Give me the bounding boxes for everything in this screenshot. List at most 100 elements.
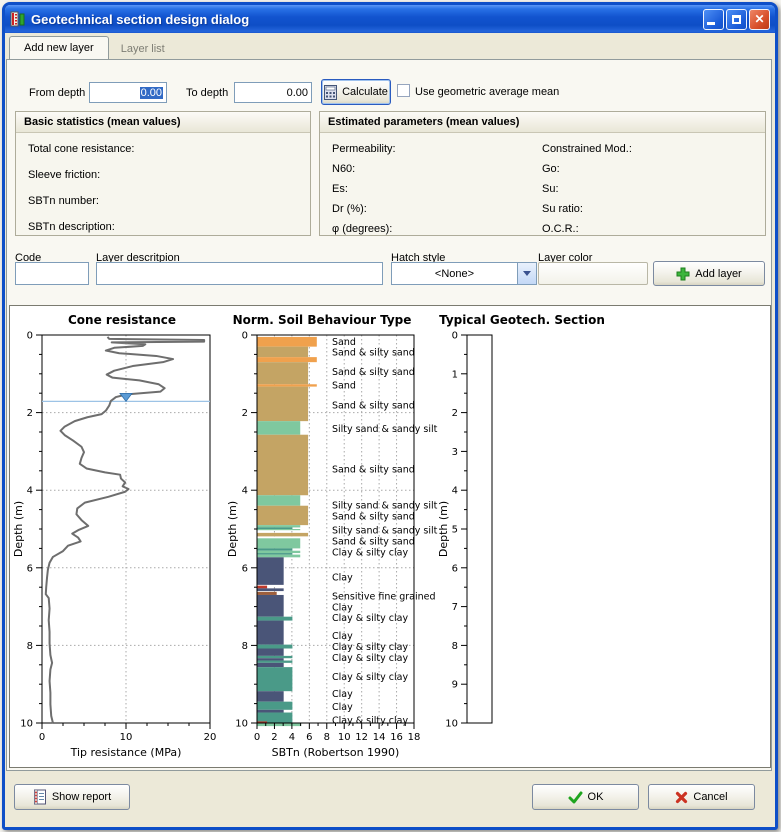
svg-text:Sand & silty sand: Sand & silty sand [332,401,415,412]
minimize-button[interactable] [703,8,724,30]
svg-text:0: 0 [254,732,260,743]
dialog-body: Add new layer Layer list From depth 0.00… [5,33,775,825]
dialog-window: Geotechnical section design dialog ✕ Add… [2,2,778,830]
svg-text:Clay & silty clay: Clay & silty clay [332,642,408,653]
svg-text:Norm. Soil Behaviour Type: Norm. Soil Behaviour Type [233,313,412,327]
hatch-style-value: <None> [434,267,475,280]
svg-text:0: 0 [27,331,33,342]
svg-text:18: 18 [408,732,421,743]
svg-text:Clay: Clay [332,631,353,642]
svg-text:14: 14 [373,732,386,743]
svg-text:Sand & silty sand: Sand & silty sand [332,347,415,358]
tab-bar: Add new layer Layer list [9,36,177,59]
ocr-label: O.C.R.: [542,223,579,235]
n60-label: N60: [332,163,356,175]
svg-text:4: 4 [452,486,458,497]
charts-panel: 0 2 4 6 8 10 0 10 20 Tip resistance (MPa) Depth (m… [9,305,771,768]
code-input[interactable] [15,262,89,285]
tab-sheet: From depth 0.00 To depth 0.00 Calculate [6,59,772,771]
svg-text:2: 2 [452,408,458,419]
svg-text:Sand: Sand [332,337,356,348]
app-icon [10,11,26,27]
svg-text:10: 10 [20,719,33,730]
to-depth-value: 0.00 [286,86,308,99]
svg-text:Sand: Sand [332,380,356,391]
svg-text:Depth (m): Depth (m) [12,501,25,557]
svg-text:4: 4 [242,486,248,497]
add-layer-button[interactable]: Add layer [653,261,765,286]
tab-layer-list[interactable]: Layer list [109,39,177,59]
layer-color-swatch[interactable] [538,262,648,285]
svg-text:Clay & silty clay: Clay & silty clay [332,653,408,664]
go-label: Go: [542,163,560,175]
calculate-label: Calculate [342,86,388,98]
plus-icon [676,267,690,280]
svg-text:7: 7 [452,602,458,613]
svg-text:10: 10 [445,719,458,730]
phi-label: φ (degrees): [332,223,393,235]
svg-text:6: 6 [27,563,33,574]
to-depth-label: To depth [186,87,229,99]
svg-text:8: 8 [324,732,330,743]
svg-text:Sand & silty sand: Sand & silty sand [332,367,415,378]
svg-text:2: 2 [242,408,248,419]
to-depth-input[interactable]: 0.00 [234,82,312,103]
titlebar[interactable]: Geotechnical section design dialog ✕ [5,5,775,33]
tab-add-new-layer[interactable]: Add new layer [9,36,109,59]
su-label: Su: [542,183,559,195]
svg-text:SBTn (Robertson 1990): SBTn (Robertson 1990) [272,746,400,759]
geometric-mean-label: Use geometric average mean [415,86,560,98]
geometric-mean-checkbox[interactable] [397,84,410,97]
hatch-style-select[interactable]: <None> [391,262,537,285]
su-ratio-label: Su ratio: [542,203,583,215]
svg-text:10: 10 [235,719,248,730]
svg-text:Sensitive fine grained: Sensitive fine grained [332,592,436,603]
window-title: Geotechnical section design dialog [31,11,250,27]
basic-statistics-title: Basic statistics (mean values) [16,112,310,133]
svg-text:1: 1 [452,369,458,380]
basic-statistics-group: Basic statistics (mean values) Total con… [15,111,311,236]
calculate-button[interactable]: Calculate [321,79,391,105]
svg-text:4: 4 [27,486,33,497]
desktop: Geotechnical section design dialog ✕ Add… [0,0,781,832]
svg-text:Clay: Clay [332,573,353,584]
layer-description-input[interactable] [96,262,383,285]
svg-text:Tip resistance (MPa): Tip resistance (MPa) [70,746,182,759]
svg-text:Silty sand & sandy silt: Silty sand & sandy silt [332,501,438,512]
calculator-icon [324,84,338,100]
geotech-section-chart: 0 1 2 3 4 5 6 7 8 9 10 Depth (m) Typical Geotech. Se… [437,313,605,730]
svg-text:8: 8 [242,641,248,652]
svg-text:Clay & silty clay: Clay & silty clay [332,672,408,683]
constrained-mod-label: Constrained Mod.: [542,143,632,155]
cancel-label: Cancel [693,791,728,803]
check-icon [568,791,583,803]
combo-arrow-button[interactable] [517,263,536,284]
ok-button[interactable]: OK [532,784,639,810]
svg-text:8: 8 [452,641,458,652]
footer-bar: Show report OK Cancel [5,771,775,825]
cancel-button[interactable]: Cancel [648,784,755,810]
svg-text:Clay & silty clay: Clay & silty clay [332,613,408,624]
svg-text:Sand & silty sand: Sand & silty sand [332,465,415,476]
close-button[interactable]: ✕ [749,8,770,30]
svg-text:6: 6 [306,732,312,743]
svg-text:Sand & silty sand: Sand & silty sand [332,512,415,523]
svg-text:Cone resistance: Cone resistance [68,313,176,327]
svg-text:8: 8 [27,641,33,652]
cone-resistance-chart: 0 2 4 6 8 10 0 10 20 Tip resistance (MPa) Depth (m… [12,313,216,759]
add-layer-label: Add layer [695,267,742,280]
svg-text:4: 4 [289,732,295,743]
sbtn-number-label: SBTn number: [28,195,99,207]
svg-text:Depth (m): Depth (m) [437,501,450,557]
svg-text:9: 9 [452,680,458,691]
svg-text:10: 10 [338,732,351,743]
svg-text:Typical Geotech. Section: Typical Geotech. Section [439,313,605,327]
dr-label: Dr (%): [332,203,367,215]
maximize-button[interactable] [726,8,747,30]
svg-text:Silty sand & sandy silt: Silty sand & sandy silt [332,526,438,537]
show-report-label: Show report [51,791,112,803]
show-report-button[interactable]: Show report [14,784,130,810]
from-depth-input[interactable]: 0.00 [89,82,167,103]
svg-text:10: 10 [120,732,133,743]
svg-text:0: 0 [39,732,45,743]
